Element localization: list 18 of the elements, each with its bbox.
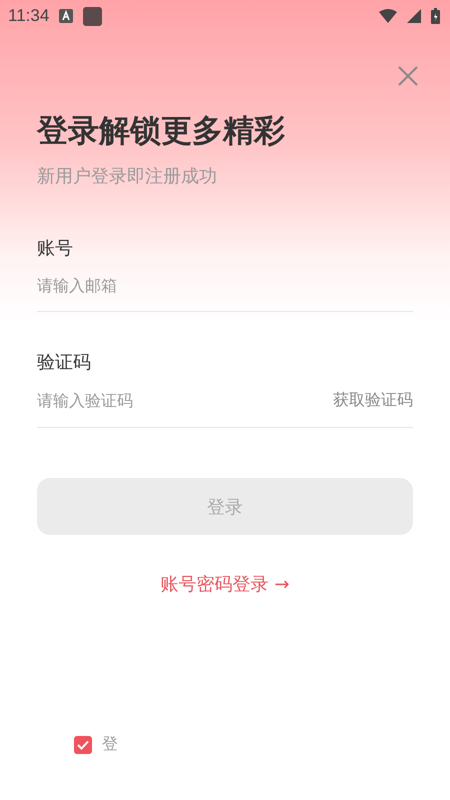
get-code-button[interactable]: 获取验证码 [333,390,413,411]
signal-icon [407,9,421,23]
status-time: 11:34 [8,6,50,26]
page-title: 登录解锁更多精彩 [37,112,286,151]
field-label: 账号 [37,237,74,260]
input-field[interactable]: 请输入邮箱 [37,276,413,295]
wifi-icon [379,9,397,23]
battery-icon [431,8,440,24]
agreement-text: 登 [102,734,118,755]
close-button[interactable] [396,64,420,88]
input-field[interactable]: 请输入验证码 [37,391,333,410]
field-label: 验证码 [37,351,92,374]
app-icon [83,6,102,26]
check-icon [77,740,89,750]
page-subtitle: 新用户登录即注册成功 [37,165,218,188]
password-login-link[interactable]: 账号密码登录 → [160,572,290,596]
agreement-checkbox[interactable] [74,736,92,754]
notification-icon [59,9,74,23]
